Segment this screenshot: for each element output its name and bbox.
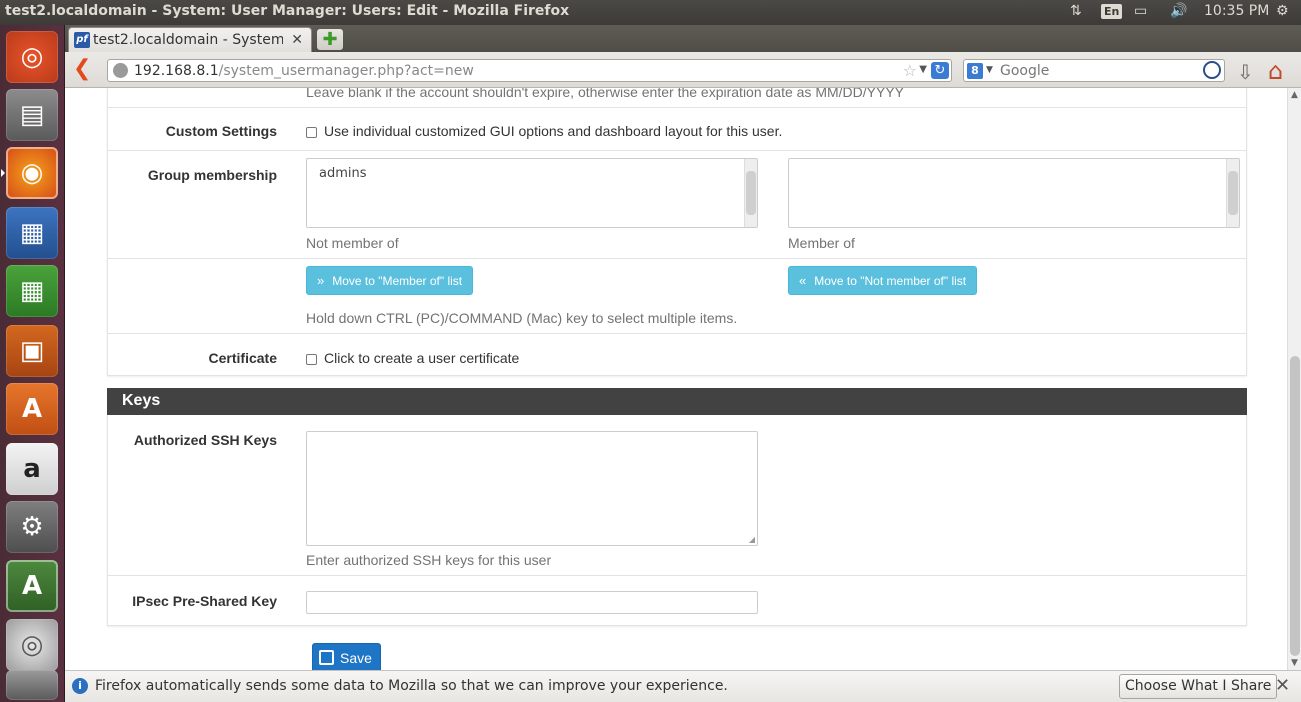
- reload-icon[interactable]: ↻: [931, 62, 949, 79]
- google-engine-icon[interactable]: 8: [967, 63, 983, 79]
- launcher: ◎ ▤ ◉ ▦ ▦ ▣ A a ⚙ A ◎: [0, 25, 65, 702]
- files-icon[interactable]: ▤: [6, 89, 58, 141]
- search-bar[interactable]: 8 ▼ Google: [963, 59, 1225, 82]
- certificate-text: Click to create a user certificate: [324, 350, 520, 366]
- trash-icon[interactable]: [6, 670, 58, 700]
- ssh-keys-help: Enter authorized SSH keys for this user: [306, 552, 552, 568]
- listbox-scrollbar[interactable]: [1226, 159, 1239, 227]
- choose-what-i-share-button[interactable]: Choose What I Share: [1119, 674, 1278, 699]
- writer-icon[interactable]: ▦: [6, 207, 58, 259]
- back-button[interactable]: ❮: [73, 58, 97, 82]
- certificate-row: Certificate Click to create a user certi…: [107, 334, 1247, 376]
- listbox-scrollbar[interactable]: [744, 159, 757, 227]
- pfsense-favicon-icon: pf: [74, 32, 90, 48]
- page-scrollbar[interactable]: ▲ ▼: [1287, 88, 1301, 670]
- firefox-icon[interactable]: ◉: [1, 147, 58, 199]
- info-icon: i: [72, 678, 88, 694]
- bookmark-star-icon[interactable]: ☆: [903, 61, 917, 80]
- move-buttons-row: » Move to "Member of" list « Move to "Not …: [107, 259, 1247, 334]
- ssh-keys-textarea[interactable]: ◢: [306, 431, 758, 546]
- scrollbar-thumb[interactable]: [1290, 356, 1300, 656]
- url-text: 192.168.8.1/system_usermanager.php?act=n…: [134, 63, 474, 79]
- software-center-icon[interactable]: A: [6, 383, 58, 435]
- keyboard-layout-indicator[interactable]: En: [1101, 3, 1123, 19]
- new-tab-button[interactable]: ✚: [317, 29, 343, 50]
- update-manager-icon[interactable]: A: [6, 560, 58, 612]
- ubuntu-home-icon[interactable]: ◎: [6, 31, 58, 83]
- close-icon[interactable]: ✕: [1275, 675, 1290, 696]
- url-path: /system_usermanager.php?act=new: [218, 63, 474, 79]
- system-top-bar: test2.localdomain - System: User Manager…: [0, 0, 1301, 25]
- expiration-help-text: Leave blank if the account shouldn't exp…: [306, 88, 905, 100]
- url-bar[interactable]: 192.168.8.1/system_usermanager.php?act=n…: [107, 59, 952, 82]
- gear-icon[interactable]: ⚙: [1276, 3, 1289, 19]
- certificate-label: Certificate: [208, 350, 277, 366]
- dvd-icon[interactable]: ◎: [6, 619, 58, 671]
- volume-icon[interactable]: 🔊: [1170, 3, 1187, 19]
- tab-close-icon[interactable]: ✕: [291, 32, 303, 48]
- custom-settings-row: Custom Settings Use individual customize…: [107, 107, 1247, 151]
- multi-select-help: Hold down CTRL (PC)/COMMAND (Mac) key to…: [306, 310, 738, 326]
- tab-bar: pf test2.localdomain - System: U... ✕ ✚: [65, 25, 1301, 52]
- window-title: test2.localdomain - System: User Manager…: [5, 3, 570, 19]
- certificate-checkbox[interactable]: [306, 353, 317, 365]
- clock[interactable]: 10:35 PM: [1204, 3, 1269, 19]
- data-notification-bar: i Firefox automatically sends some data …: [65, 670, 1301, 702]
- keys-section-header: Keys: [107, 388, 1247, 415]
- certificate-option[interactable]: Click to create a user certificate: [306, 350, 519, 366]
- engine-dropdown-icon[interactable]: ▼: [986, 65, 993, 75]
- double-chevron-right-icon: »: [317, 273, 325, 288]
- navigation-bar: ❮ 192.168.8.1/system_usermanager.php?act…: [65, 52, 1301, 88]
- amazon-icon[interactable]: a: [6, 443, 58, 495]
- member-of-listbox[interactable]: [788, 158, 1240, 228]
- tab-label: test2.localdomain - System: U...: [93, 32, 283, 48]
- impress-icon[interactable]: ▣: [6, 325, 58, 377]
- system-settings-icon[interactable]: ⚙: [6, 501, 58, 553]
- floppy-disk-icon: [319, 650, 334, 665]
- move-to-not-member-label: Move to "Not member of" list: [814, 274, 967, 288]
- move-to-member-label: Move to "Member of" list: [332, 274, 463, 288]
- search-icon[interactable]: [1203, 61, 1221, 79]
- group-membership-row: Group membership admins Not member of Me…: [107, 151, 1247, 259]
- custom-settings-checkbox[interactable]: [306, 126, 317, 138]
- ipsec-row: IPsec Pre-Shared Key: [107, 576, 1247, 626]
- move-to-not-member-button[interactable]: « Move to "Not member of" list: [788, 266, 978, 295]
- battery-icon[interactable]: ▭: [1134, 3, 1147, 19]
- group-item-admins[interactable]: admins: [319, 166, 367, 181]
- page-content: Leave blank if the account shouldn't exp…: [65, 88, 1287, 670]
- not-member-of-caption: Not member of: [306, 235, 399, 251]
- url-dropdown-icon[interactable]: ▼: [919, 64, 927, 75]
- custom-settings-text: Use individual customized GUI options an…: [324, 123, 783, 139]
- member-of-caption: Member of: [788, 235, 855, 251]
- move-to-member-button[interactable]: » Move to "Member of" list: [306, 266, 474, 295]
- double-chevron-left-icon: «: [799, 273, 807, 288]
- globe-icon: [113, 63, 128, 78]
- save-button[interactable]: Save: [312, 643, 381, 670]
- search-placeholder: Google: [1000, 63, 1050, 79]
- ipsec-psk-input[interactable]: [306, 591, 758, 614]
- scroll-down-icon[interactable]: ▼: [1291, 658, 1298, 668]
- ssh-keys-row: Authorized SSH Keys ◢ Enter authorized S…: [107, 415, 1247, 576]
- network-icon[interactable]: ⇅: [1070, 3, 1082, 19]
- resize-grip-icon[interactable]: ◢: [749, 535, 755, 544]
- home-icon[interactable]: ⌂: [1268, 57, 1283, 85]
- scroll-up-icon[interactable]: ▲: [1291, 90, 1298, 100]
- not-member-of-listbox[interactable]: admins: [306, 158, 758, 228]
- custom-settings-label: Custom Settings: [165, 123, 277, 139]
- group-membership-label: Group membership: [147, 167, 277, 183]
- language-badge: En: [1101, 4, 1123, 19]
- calc-icon[interactable]: ▦: [6, 265, 58, 317]
- save-label: Save: [340, 650, 372, 666]
- download-icon[interactable]: ⇩: [1237, 60, 1254, 84]
- keys-section-title: Keys: [122, 392, 161, 409]
- custom-settings-option[interactable]: Use individual customized GUI options an…: [306, 123, 782, 139]
- ssh-keys-label: Authorized SSH Keys: [133, 432, 277, 448]
- url-host: 192.168.8.1: [134, 63, 219, 79]
- notification-message: Firefox automatically sends some data to…: [95, 678, 728, 694]
- ipsec-label: IPsec Pre-Shared Key: [132, 593, 277, 609]
- browser-tab[interactable]: pf test2.localdomain - System: U... ✕: [68, 27, 312, 52]
